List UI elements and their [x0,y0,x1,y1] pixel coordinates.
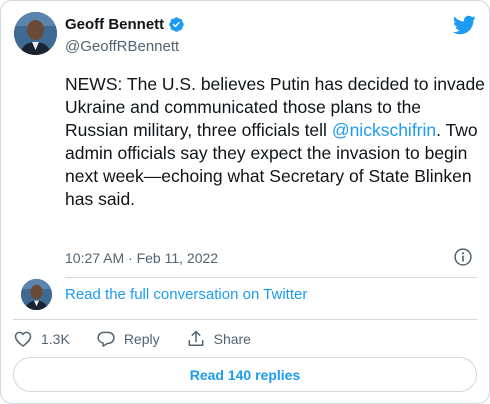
heart-icon [14,331,32,348]
verified-badge-icon [169,16,184,32]
share-button[interactable]: Share [186,329,251,349]
tweet-card: Geoff Bennett @GeoffRBennett NEWS: The U… [0,0,490,404]
tweet-text: NEWS: The U.S. believes Putin has decide… [65,73,485,211]
mention-link[interactable]: @nickschifrin [332,120,436,140]
read-conversation-link[interactable]: Read the full conversation on Twitter [65,286,307,303]
divider [65,277,477,278]
like-count: 1.3K [41,331,70,347]
author-name[interactable]: Geoff Bennett [65,16,164,33]
share-arrow-icon [188,330,204,346]
read-replies-button[interactable]: Read 140 replies [13,357,477,392]
author-handle[interactable]: @GeoffRBennett [65,38,185,55]
reply-button[interactable]: Reply [96,329,160,349]
like-button[interactable]: 1.3K [13,329,70,349]
action-bar: 1.3K Reply Share [13,327,277,351]
reply-label: Reply [123,331,160,347]
conversation-avatar[interactable] [21,279,52,310]
twitter-bird-icon[interactable] [452,13,476,37]
share-label: Share [213,331,251,347]
divider [13,319,477,320]
tweet-timestamp[interactable]: 10:27 AM · Feb 11, 2022 [65,250,218,266]
author-block: Geoff Bennett @GeoffRBennett [65,14,185,55]
info-icon[interactable] [453,247,473,267]
speech-bubble-icon [97,331,115,347]
author-avatar[interactable] [14,12,57,55]
